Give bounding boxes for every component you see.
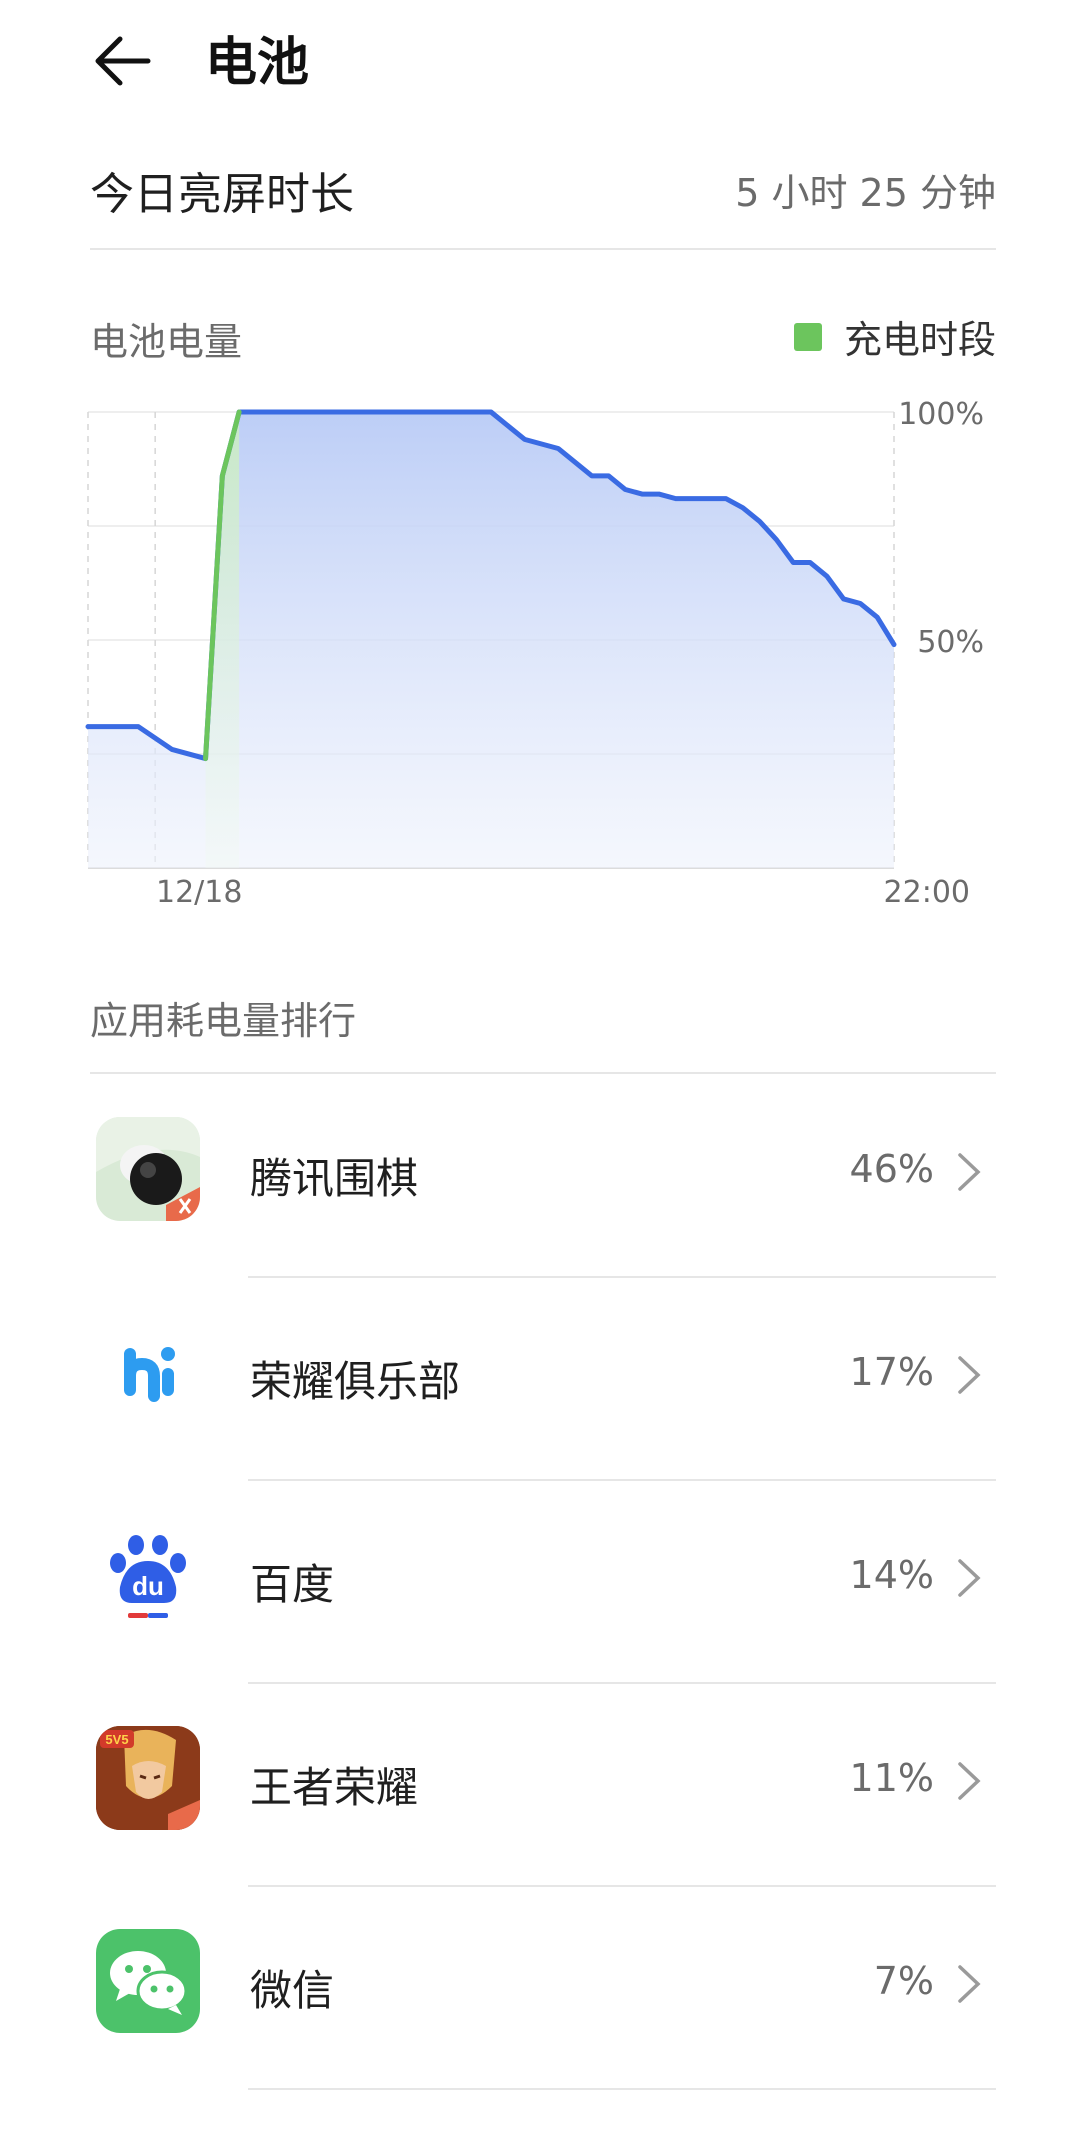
arrow-left-icon [95,36,151,86]
charging-legend: 充电时段 [793,309,996,364]
chevron-right-icon [958,1965,981,2003]
honor-of-kings-icon: 5V5 [96,1726,200,1830]
app-percent: 46% [849,1147,934,1191]
baidu-icon: du [96,1523,200,1627]
chevron-right-icon [958,1762,981,1800]
svg-text:du: du [132,1571,164,1601]
app-row-tencent-go[interactable]: 腾讯围棋 46% [0,1075,1080,1278]
chevron-right-icon [958,1356,981,1394]
svg-text:5V5: 5V5 [105,1732,128,1747]
page-title: 电池 [205,33,310,93]
app-name: 百度 [250,1560,335,1609]
divider [248,2088,996,2090]
battery-level-label: 电池电量 [90,320,243,364]
x-tick-label: 12/18 [156,875,242,910]
app-row-wechat[interactable]: 微信 7% [0,1887,1080,2090]
app-percent: 14% [849,1553,934,1597]
honor-club-icon [96,1320,200,1424]
app-percent: 7% [873,1959,934,2003]
wechat-icon [96,1929,200,2033]
x-tick-label: 22:00 [884,875,970,910]
app-name: 王者荣耀 [250,1763,419,1812]
battery-level-header: 电池电量 充电时段 [90,305,996,365]
app-percent: 11% [849,1756,934,1800]
app-ranking-label: 应用耗电量排行 [90,999,357,1043]
y-tick-label: 50% [917,625,984,660]
charging-legend-swatch [793,322,822,351]
chevron-right-icon [958,1153,981,1191]
charging-legend-label: 充电时段 [843,318,996,362]
app-list: 腾讯围棋 46% 荣耀俱乐部 17% du 百度 14% 5V5 王者荣耀 11… [0,1075,1080,2090]
header: 电池 [0,0,1080,130]
battery-level-chart: 100% 50% 12/18 22:00 [85,397,984,910]
app-row-baidu[interactable]: du 百度 14% [0,1481,1080,1684]
y-tick-label: 100% [898,397,984,432]
app-row-honor-club[interactable]: 荣耀俱乐部 17% [0,1278,1080,1481]
tencent-go-icon [96,1117,200,1221]
app-ranking-header: 应用耗电量排行 [90,990,996,1074]
chevron-right-icon [958,1559,981,1597]
back-button[interactable] [90,28,160,98]
app-percent: 17% [849,1350,934,1394]
screen-time-value: 5 小时 25 分钟 [735,171,996,215]
app-name: 微信 [250,1966,335,2015]
app-name: 荣耀俱乐部 [250,1357,461,1406]
screen-time-row: 今日亮屏时长 5 小时 25 分钟 [90,140,996,250]
app-name: 腾讯围棋 [250,1154,419,1203]
app-row-honor-of-kings[interactable]: 5V5 王者荣耀 11% [0,1684,1080,1887]
screen-time-label: 今日亮屏时长 [90,169,354,220]
